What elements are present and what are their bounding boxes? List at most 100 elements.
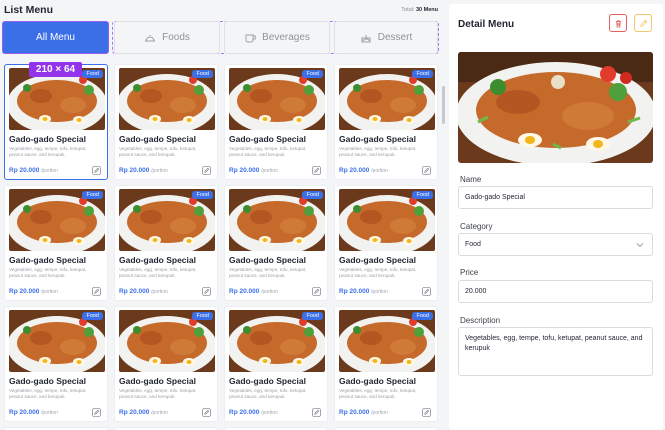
edit-icon[interactable] [422,408,431,417]
menu-price: Rp 20.000 /portion [229,288,278,295]
menu-name: Gado-gado Special [9,134,86,144]
menu-description: Vegetables, egg, tempe, tofu, ketupat, p… [339,267,417,278]
menu-card[interactable]: Food Gado-gado Special Vegetables, egg, te… [224,185,328,301]
menu-card[interactable]: Food Gado-gado Special Vegetables, egg, te… [224,306,328,422]
list-scrollbar[interactable] [441,64,445,426]
menu-card[interactable]: Food Gado-gado Special Vegetables, egg, te… [4,185,108,301]
price-unit: /portion [371,410,388,416]
price-value: Rp 20.000 [229,409,260,416]
food-tag: Food [82,312,103,320]
menu-description: Vegetables, egg, tempe, tofu, ketupat, p… [9,267,87,278]
pencil-icon [639,19,647,27]
price-unit: /portion [151,410,168,416]
delete-button[interactable] [609,14,627,32]
price-unit: /portion [371,168,388,174]
price-unit: /portion [41,168,58,174]
menu-price: Rp 20.000 /portion [9,409,58,416]
food-tag: Food [192,191,213,199]
food-tag: Food [82,70,103,78]
menu-price: Rp 20.000 /portion [9,167,58,174]
edit-icon[interactable] [312,166,321,175]
menu-description: Vegetables, egg, tempe, tofu, ketupat, p… [339,146,417,157]
name-label: Name [460,175,482,184]
menu-name: Gado-gado Special [229,255,306,265]
tab-dessert[interactable]: Dessert [334,21,438,54]
price-unit: /portion [371,289,388,295]
edit-icon[interactable] [92,166,101,175]
menu-name: Gado-gado Special [119,134,196,144]
menu-card[interactable]: Food Gado-gado Special Vegetables, egg, te… [4,64,108,180]
food-tag: Food [302,312,323,320]
edit-icon[interactable] [312,408,321,417]
edit-button[interactable] [634,14,652,32]
category-select[interactable]: Food [458,233,653,256]
menu-name: Gado-gado Special [9,255,86,265]
description-label: Description [460,316,501,325]
price-value: Rp 20.000 [339,167,370,174]
price-field[interactable]: 20.000 [458,280,653,303]
price-unit: /portion [261,410,278,416]
price-value: Rp 20.000 [229,288,260,295]
menu-price: Rp 20.000 /portion [119,167,168,174]
price-unit: /portion [41,410,58,416]
price-unit: /portion [41,289,58,295]
menu-price: Rp 20.000 /portion [339,288,388,295]
price-value: Rp 20.000 [9,288,40,295]
menu-card[interactable]: Food Gado-gado Special Vegetables, egg, te… [334,64,438,180]
price-value: Rp 20.000 [119,167,150,174]
menu-price: Rp 20.000 /portion [9,288,58,295]
edit-icon[interactable] [202,166,211,175]
edit-icon[interactable] [202,287,211,296]
menu-description: Vegetables, egg, tempe, tofu, ketupat, p… [229,388,307,399]
category-tabs: All Menu Foods Beverages Dessert [2,21,439,54]
price-unit: /portion [151,289,168,295]
category-label: Category [460,222,493,231]
edit-icon[interactable] [422,287,431,296]
menu-card[interactable]: Food Gado-gado Special Vegetables, egg, te… [4,306,108,422]
edit-icon[interactable] [92,287,101,296]
menu-card[interactable]: Food Gado-gado Special Vegetables, egg, te… [114,306,218,422]
list-title: List Menu [4,4,53,16]
price-unit: /portion [151,168,168,174]
edit-icon[interactable] [312,287,321,296]
chevron-down-icon [636,243,644,248]
menu-name: Gado-gado Special [339,134,416,144]
price-value: Rp 20.000 [9,409,40,416]
price-unit: /portion [261,289,278,295]
scrollbar-thumb[interactable] [442,86,445,124]
tab-all-menu[interactable]: All Menu [2,21,109,54]
price-value: Rp 20.000 [9,167,40,174]
selection-size-badge: 210 × 64 [29,62,82,77]
menu-description: Vegetables, egg, tempe, tofu, ketupat, p… [119,267,197,278]
menu-description: Vegetables, egg, tempe, tofu, ketupat, p… [9,388,87,399]
category-value: Food [465,241,481,248]
name-field[interactable]: Gado-gado Special [458,186,653,209]
menu-card[interactable]: Food Gado-gado Special Vegetables, egg, te… [334,185,438,301]
description-field[interactable]: Vegetables, egg, tempe, tofu, ketupat, p… [458,327,653,376]
edit-icon[interactable] [422,166,431,175]
menu-price: Rp 20.000 /portion [119,409,168,416]
cake-icon [361,33,371,42]
edit-icon[interactable] [92,408,101,417]
menu-card[interactable]: Food Gado-gado Special Vegetables, egg, te… [224,64,328,180]
price-value: Rp 20.000 [119,409,150,416]
list-panel: List Menu Total: 30 Menu All Menu Foods … [0,0,445,430]
menu-name: Gado-gado Special [339,376,416,386]
price-label: Price [460,268,479,277]
tab-foods[interactable]: Foods [114,21,220,54]
price-value: Rp 20.000 [119,288,150,295]
tab-beverages[interactable]: Beverages [224,21,330,54]
menu-name: Gado-gado Special [119,376,196,386]
menu-price: Rp 20.000 /portion [229,167,278,174]
menu-card[interactable]: Food Gado-gado Special Vegetables, egg, te… [114,64,218,180]
menu-description: Vegetables, egg, tempe, tofu, ketupat, p… [9,146,87,157]
menu-card[interactable]: Food Gado-gado Special Vegetables, egg, te… [334,306,438,422]
menu-name: Gado-gado Special [229,134,306,144]
price-value: Rp 20.000 [229,167,260,174]
menu-name: Gado-gado Special [339,255,416,265]
edit-icon[interactable] [202,408,211,417]
menu-description: Vegetables, egg, tempe, tofu, ketupat, p… [229,267,307,278]
menu-name: Gado-gado Special [9,376,86,386]
list-header: List Menu Total: 30 Menu [4,4,440,18]
menu-card[interactable]: Food Gado-gado Special Vegetables, egg, te… [114,185,218,301]
